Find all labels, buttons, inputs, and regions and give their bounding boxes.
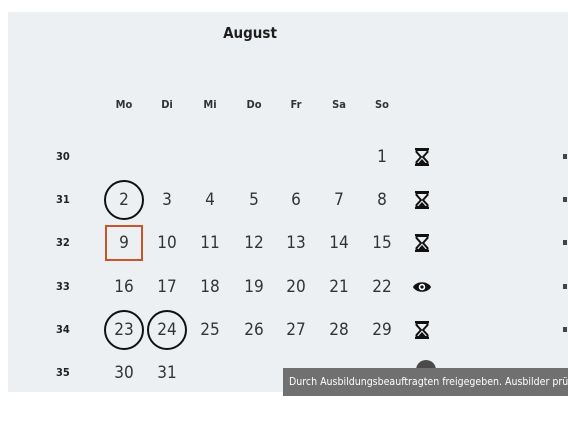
weekday-sa: Sa xyxy=(332,98,346,111)
clipped-column-edge xyxy=(558,240,568,246)
calendar-day[interactable]: 29 xyxy=(362,310,402,350)
calendar-day[interactable]: 21 xyxy=(319,267,359,307)
hourglass-icon[interactable] xyxy=(412,320,432,340)
clipped-column-edge xyxy=(558,154,568,160)
week-number: 34 xyxy=(56,323,70,336)
week-number: 31 xyxy=(56,193,70,206)
calendar-day[interactable]: 17 xyxy=(147,267,187,307)
calendar-day[interactable]: 15 xyxy=(362,223,402,263)
calendar-day[interactable]: 3 xyxy=(147,180,187,220)
calendar-day[interactable]: 23 xyxy=(104,310,144,350)
clipped-column-edge xyxy=(558,327,568,333)
calendar-day[interactable]: 9 xyxy=(105,225,143,261)
calendar-day[interactable]: 16 xyxy=(104,267,144,307)
calendar-day[interactable]: 25 xyxy=(190,310,230,350)
calendar-day[interactable]: 24 xyxy=(147,310,187,350)
hourglass-icon[interactable] xyxy=(412,233,432,253)
calendar-day[interactable]: 1 xyxy=(362,137,402,177)
calendar-day[interactable]: 27 xyxy=(276,310,316,350)
calendar-day[interactable]: 4 xyxy=(190,180,230,220)
calendar-day[interactable]: 31 xyxy=(147,353,187,393)
calendar-day[interactable]: 13 xyxy=(276,223,316,263)
month-title: August xyxy=(223,24,277,42)
calendar-day[interactable]: 30 xyxy=(104,353,144,393)
eye-icon[interactable] xyxy=(412,277,432,297)
calendar-day[interactable]: 20 xyxy=(276,267,316,307)
weekday-mi: Mi xyxy=(203,98,217,111)
clipped-column-edge xyxy=(558,197,568,203)
weekday-di: Di xyxy=(161,98,173,111)
status-tooltip: Durch Ausbildungsbeauftragten freigegebe… xyxy=(283,368,568,396)
calendar-day[interactable]: 14 xyxy=(319,223,359,263)
calendar-day[interactable]: 5 xyxy=(234,180,274,220)
week-number: 33 xyxy=(56,280,70,293)
hourglass-icon[interactable] xyxy=(412,147,432,167)
calendar-day[interactable]: 22 xyxy=(362,267,402,307)
weekday-so: So xyxy=(375,98,389,111)
weekday-do: Do xyxy=(246,98,262,111)
calendar-day[interactable]: 6 xyxy=(276,180,316,220)
week-number: 35 xyxy=(56,366,70,379)
week-number: 32 xyxy=(56,236,70,249)
calendar-day[interactable]: 7 xyxy=(319,180,359,220)
calendar-day[interactable]: 18 xyxy=(190,267,230,307)
hourglass-icon[interactable] xyxy=(412,190,432,210)
calendar-day[interactable]: 26 xyxy=(234,310,274,350)
calendar-day[interactable]: 19 xyxy=(234,267,274,307)
calendar-day[interactable]: 28 xyxy=(319,310,359,350)
calendar-day[interactable]: 12 xyxy=(234,223,274,263)
week-number: 30 xyxy=(56,150,70,163)
calendar-day[interactable]: 2 xyxy=(104,180,144,220)
calendar-day[interactable]: 10 xyxy=(147,223,187,263)
calendar-day[interactable]: 11 xyxy=(190,223,230,263)
weekday-mo: Mo xyxy=(115,98,133,111)
clipped-column-edge xyxy=(558,284,568,290)
calendar-day[interactable]: 8 xyxy=(362,180,402,220)
weekday-fr: Fr xyxy=(290,98,302,111)
